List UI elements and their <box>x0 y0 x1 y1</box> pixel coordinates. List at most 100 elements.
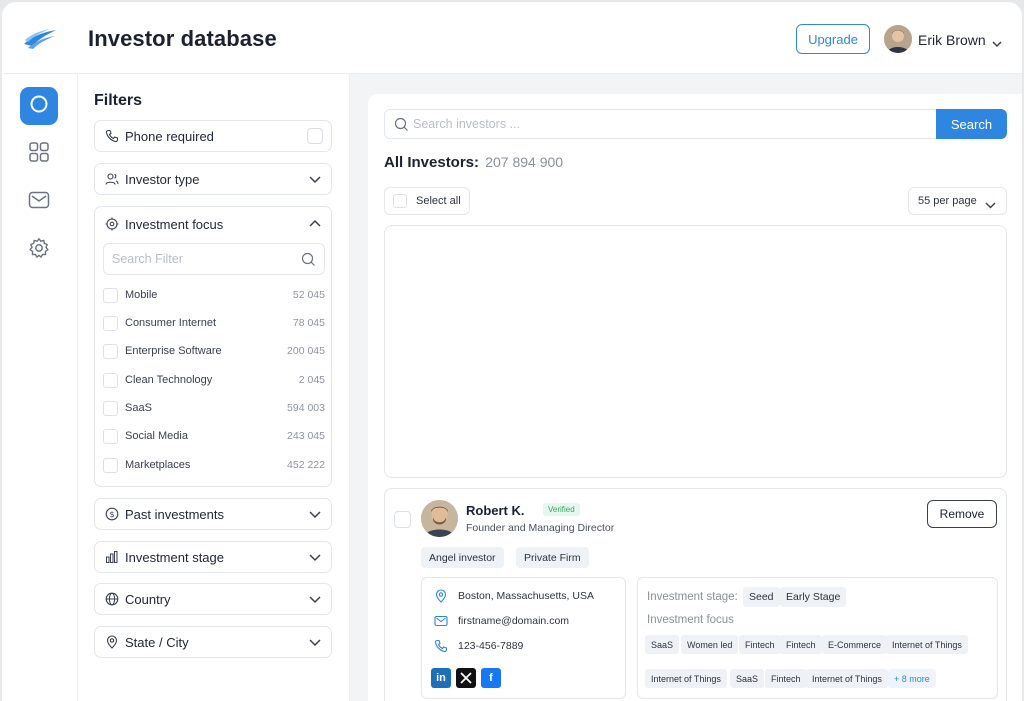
email-text[interactable]: firstname@domain.com <box>458 615 569 627</box>
filters-panel: Filters Phone required Investor type Inv… <box>78 74 350 701</box>
nav-search-button[interactable] <box>20 87 58 125</box>
select-all-label: Select all <box>416 195 461 207</box>
investor-card-placeholder <box>384 225 1007 478</box>
chevron-down-icon[interactable] <box>992 35 1002 48</box>
chevron-down-icon[interactable] <box>307 592 323 606</box>
upgrade-button[interactable]: Upgrade <box>796 24 870 54</box>
option-name: Mobile <box>125 289 158 301</box>
location-pin-icon <box>434 589 448 603</box>
chevron-down-icon[interactable] <box>307 507 323 521</box>
chevron-up-icon[interactable] <box>307 217 323 231</box>
focus-option[interactable]: Marketplaces 452 222 <box>103 455 325 475</box>
focus-option[interactable]: Mobile 52 045 <box>103 285 325 305</box>
stage-label: Investment stage: <box>647 591 738 603</box>
option-checkbox[interactable] <box>103 457 118 473</box>
investor-checkbox[interactable] <box>394 511 411 528</box>
remove-button[interactable]: Remove <box>927 500 997 528</box>
focus-tag: Fintech <box>780 635 822 654</box>
contact-email[interactable]: firstname@domain.com <box>434 613 569 629</box>
option-checkbox[interactable] <box>103 372 118 388</box>
results-label: All Investors: <box>384 154 480 171</box>
stage-tag: Early Stage <box>780 587 847 607</box>
svg-text:$: $ <box>109 510 114 519</box>
option-count: 52 045 <box>292 289 325 301</box>
filter-country[interactable]: Country <box>94 583 332 615</box>
x-icon[interactable] <box>456 668 476 688</box>
option-name: SaaS <box>125 402 152 414</box>
phone-required-checkbox[interactable] <box>307 128 323 144</box>
option-count: 200 045 <box>287 345 325 357</box>
focus-option[interactable]: Consumer Internet 78 045 <box>103 313 325 333</box>
focus-search-field[interactable] <box>103 243 325 275</box>
more-tags-link[interactable]: + 8 more <box>888 669 936 688</box>
phone-text[interactable]: 123-456-7889 <box>458 640 523 652</box>
contact-phone[interactable]: 123-456-7889 <box>434 638 523 654</box>
filter-label: State / City <box>125 634 189 650</box>
per-page-select[interactable]: 55 per page <box>908 187 1007 215</box>
focus-option[interactable]: SaaS 594 003 <box>103 398 325 418</box>
investment-focus-header[interactable]: Investment focus <box>95 209 331 239</box>
focus-search-input[interactable] <box>112 252 292 266</box>
filter-phone-required[interactable]: Phone required <box>94 120 332 152</box>
user-name[interactable]: Erik Brown <box>918 32 986 48</box>
option-count: 594 003 <box>287 402 325 414</box>
stage-tag: Seed <box>743 587 780 607</box>
location-text: Boston, Massachusetts, USA <box>458 590 594 602</box>
filter-investor-type[interactable]: Investor type <box>94 163 332 195</box>
option-checkbox[interactable] <box>103 315 118 331</box>
globe-icon <box>105 592 119 606</box>
filter-label: Investment stage <box>125 549 224 565</box>
option-checkbox[interactable] <box>103 287 118 303</box>
focus-tag: SaaS <box>645 635 680 654</box>
investor-title: Founder and Managing Director <box>466 522 615 534</box>
option-name: Social Media <box>125 430 188 442</box>
filter-state-city[interactable]: State / City <box>94 626 332 658</box>
linkedin-icon[interactable]: in <box>431 668 451 688</box>
option-name: Clean Technology <box>125 374 213 386</box>
nav-messages-button[interactable] <box>20 183 58 221</box>
mail-icon <box>28 191 50 214</box>
focus-tag: Fintech <box>765 669 807 688</box>
option-checkbox[interactable] <box>103 343 118 359</box>
focus-option[interactable]: Enterprise Software 200 045 <box>103 341 325 361</box>
focus-option[interactable]: Clean Technology 2 045 <box>103 370 325 390</box>
select-all-checkbox[interactable] <box>393 194 407 208</box>
nav-dashboard-button[interactable] <box>20 135 58 173</box>
option-name: Enterprise Software <box>125 345 222 357</box>
focus-option[interactable]: Social Media 243 045 <box>103 426 325 446</box>
select-all-control[interactable]: Select all <box>384 187 470 215</box>
social-links: in f <box>431 668 501 688</box>
focus-tag: Women led <box>681 635 739 654</box>
results-number: 207 894 900 <box>485 154 564 170</box>
option-checkbox[interactable] <box>103 428 118 444</box>
nav-settings-button[interactable] <box>20 231 58 269</box>
investor-search-field[interactable] <box>384 109 940 139</box>
mail-icon <box>434 614 448 628</box>
chevron-down-icon[interactable] <box>307 550 323 564</box>
filter-past-investments[interactable]: $ Past investments <box>94 498 332 530</box>
investor-name[interactable]: Robert K. <box>466 503 525 518</box>
filter-label: Country <box>125 591 171 607</box>
users-icon <box>105 172 119 186</box>
gear-icon <box>28 237 50 264</box>
investor-search-input[interactable] <box>413 117 893 131</box>
brand-logo-icon[interactable] <box>22 26 58 52</box>
user-avatar[interactable] <box>884 25 912 53</box>
target-icon <box>105 217 119 231</box>
dollar-circle-icon: $ <box>105 507 119 521</box>
filter-investment-stage[interactable]: Investment stage <box>94 541 332 573</box>
app-window: Investor database Upgrade Erik Brown Fil… <box>2 2 1022 701</box>
option-checkbox[interactable] <box>103 400 118 416</box>
facebook-icon[interactable]: f <box>481 668 501 688</box>
per-page-value: 55 per page <box>918 195 977 207</box>
focus-tag: Internet of Things <box>886 635 968 654</box>
chevron-down-icon[interactable] <box>307 172 323 186</box>
filter-label: Investor type <box>125 171 200 187</box>
contact-info-box: Boston, Massachusetts, USA firstname@dom… <box>421 577 626 699</box>
option-name: Consumer Internet <box>125 317 217 329</box>
search-button[interactable]: Search <box>936 109 1007 139</box>
filter-label: Past investments <box>125 506 224 522</box>
investor-card: Robert K. Verified Founder and Managing … <box>384 488 1007 701</box>
focus-tag: Internet of Things <box>806 669 888 688</box>
chevron-down-icon[interactable] <box>307 635 323 649</box>
